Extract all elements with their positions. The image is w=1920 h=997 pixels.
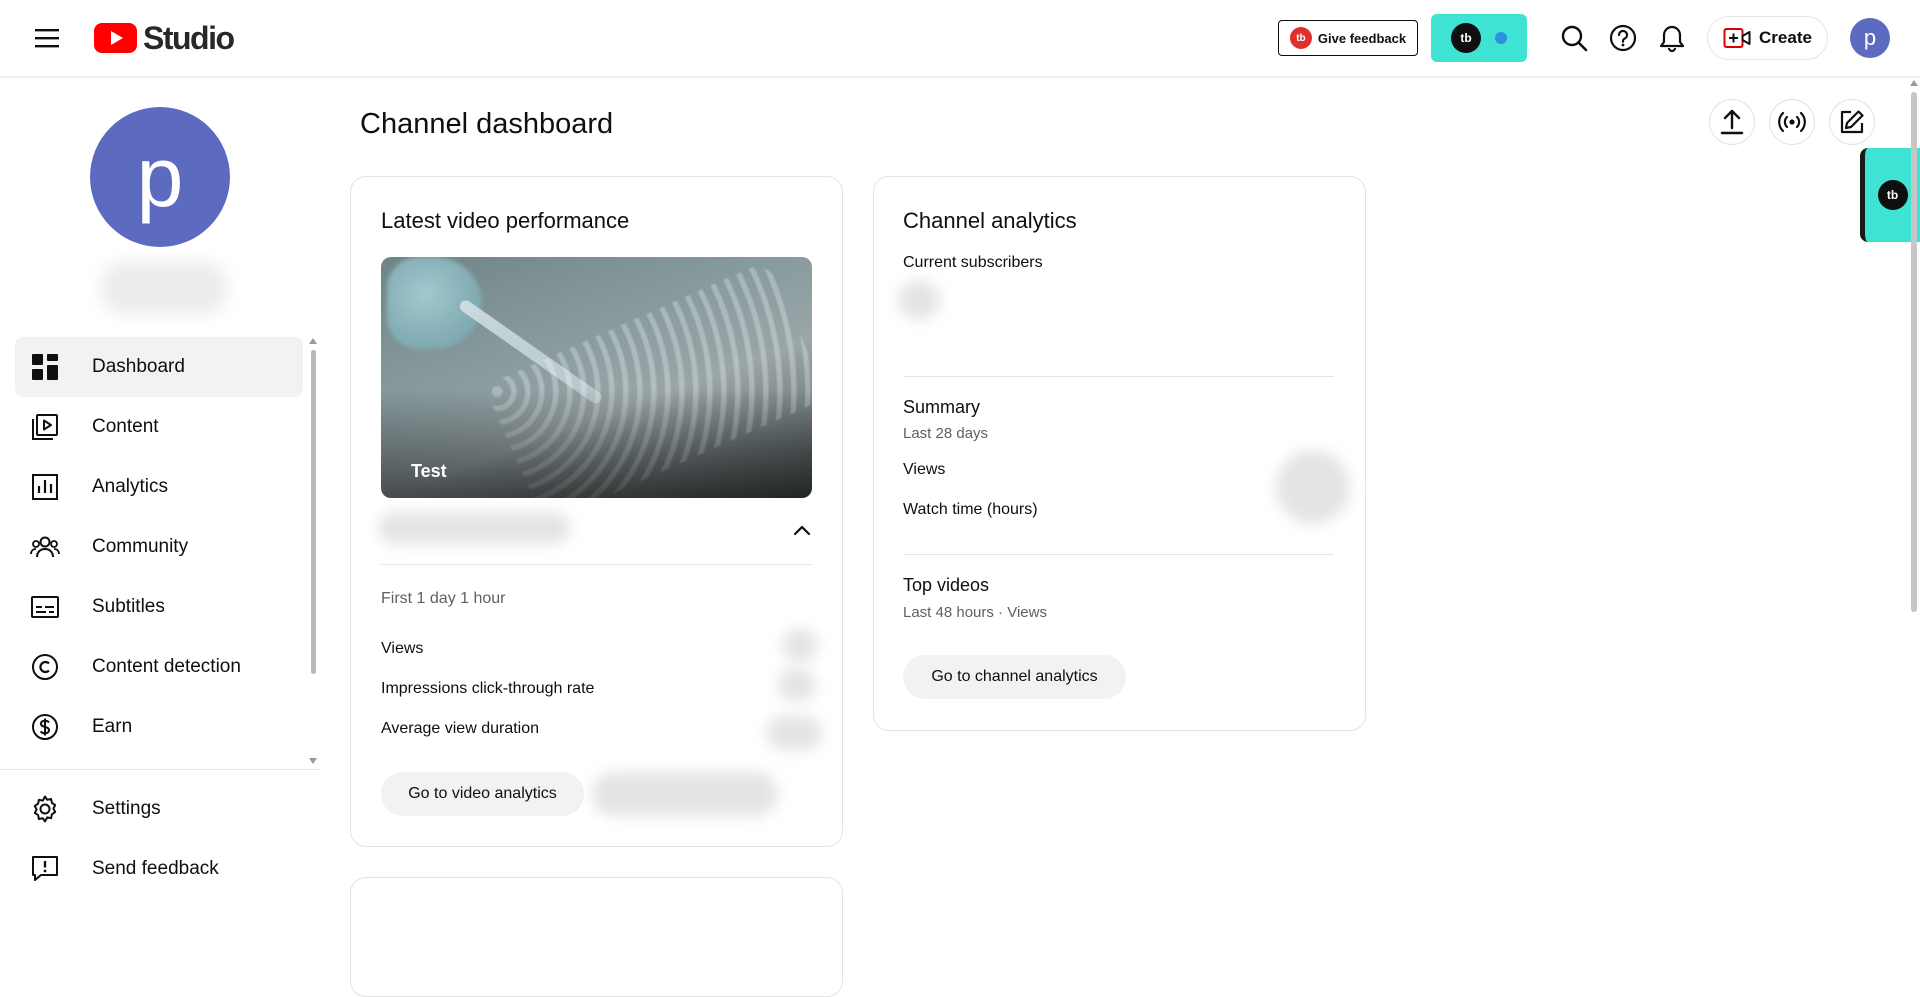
period-label: First 1 day 1 hour (381, 590, 506, 607)
scroll-down-arrow[interactable] (309, 758, 317, 764)
sidebar-nav: Dashboard Content Analytics Community Su… (15, 337, 303, 757)
tubebuddy-button[interactable]: tb (1431, 14, 1527, 62)
copyright-icon (32, 654, 58, 680)
go-live-icon[interactable] (1769, 99, 1815, 145)
chevron-up-icon[interactable] (790, 518, 814, 542)
sidebar-item-label: Content detection (92, 656, 241, 677)
upload-icon[interactable] (1709, 99, 1755, 145)
account-avatar[interactable]: p (1850, 18, 1890, 58)
sidebar-item-label: Earn (92, 716, 133, 737)
redacted-value (782, 628, 818, 662)
give-feedback-button[interactable]: tb Give feedback (1278, 20, 1418, 56)
sidebar-item-label: Analytics (92, 476, 169, 497)
top-bar: Studio tb Give feedback tb Create p (0, 0, 1920, 76)
latest-video-title: Latest video performance (381, 208, 630, 233)
divider (903, 554, 1334, 555)
earn-icon (32, 714, 58, 740)
top-videos-title: Top videos (903, 575, 990, 595)
content-icon (32, 414, 58, 440)
sidebar-item-send-feedback[interactable]: Send feedback (15, 839, 303, 899)
give-feedback-label: Give feedback (1317, 30, 1407, 46)
redacted-summary-values (1276, 450, 1350, 524)
summary-watch-time-label: Watch time (hours) (903, 501, 1038, 518)
logo-text: Studio (143, 19, 235, 56)
channel-avatar[interactable]: p (90, 107, 230, 247)
sidebar-item-label: Send feedback (92, 858, 219, 879)
summary-title: Summary (903, 397, 981, 417)
scroll-thumb[interactable] (1911, 92, 1917, 612)
divider (903, 376, 1334, 377)
redacted-button[interactable] (592, 772, 778, 816)
video-title-overlay: Test (411, 461, 447, 481)
sidebar-item-settings[interactable]: Settings (15, 779, 303, 839)
sidebar-item-label: Dashboard (92, 356, 185, 377)
sidebar-item-analytics[interactable]: Analytics (15, 457, 303, 517)
channel-name-redacted (100, 262, 228, 314)
subtitles-icon (31, 596, 59, 618)
sidebar: p Dashboard Content Analytics Community … (0, 76, 320, 904)
sidebar-item-label: Subtitles (92, 596, 165, 617)
status-dot (1495, 32, 1507, 44)
sidebar-item-dashboard[interactable]: Dashboard (15, 337, 303, 397)
scroll-up-arrow[interactable] (309, 338, 317, 344)
redacted-video-info (378, 512, 570, 544)
sidebar-item-content[interactable]: Content (15, 397, 303, 457)
gear-icon (33, 795, 57, 823)
sidebar-item-earn[interactable]: Earn (15, 697, 303, 757)
page-scrollbar[interactable] (1908, 80, 1920, 904)
tubebuddy-icon: tb (1289, 27, 1312, 49)
metric-views-label: Views (381, 640, 424, 657)
divider (381, 564, 812, 565)
sidebar-item-community[interactable]: Community (15, 517, 303, 577)
youtube-play-icon (94, 23, 137, 53)
summary-period: Last 28 days (903, 425, 989, 442)
sidebar-item-content-detection[interactable]: Content detection (15, 637, 303, 697)
sidebar-bottom-nav: Settings Send feedback (15, 779, 303, 899)
summary-views-label: Views (903, 461, 946, 478)
sidebar-scrollbar[interactable] (309, 338, 317, 764)
redacted-value (778, 668, 816, 702)
community-icon (30, 536, 60, 558)
create-post-icon[interactable] (1829, 99, 1875, 145)
metric-ctr-label: Impressions click-through rate (381, 680, 595, 697)
tubebuddy-logo-icon: tb (1451, 23, 1481, 53)
studio-logo[interactable]: Studio (94, 19, 235, 56)
page-title: Channel dashboard (360, 108, 614, 140)
sidebar-item-label: Settings (92, 798, 161, 819)
top-videos-period: Last 48 hours · Views (903, 604, 1047, 621)
current-subscribers-label: Current subscribers (903, 254, 1043, 271)
video-thumbnail[interactable]: Test (381, 257, 812, 498)
search-icon[interactable] (1556, 20, 1592, 56)
analytics-icon (32, 474, 58, 500)
menu-icon[interactable] (30, 22, 64, 54)
scroll-up-arrow[interactable] (1910, 80, 1918, 86)
redacted-value (766, 716, 822, 750)
create-label: Create (1759, 28, 1812, 47)
tubebuddy-logo-icon: tb (1877, 180, 1908, 210)
dashboard-icon (32, 354, 58, 380)
next-card (350, 877, 843, 997)
sidebar-item-label: Community (92, 536, 189, 557)
metric-avd-label: Average view duration (381, 720, 540, 737)
sidebar-item-label: Content (92, 416, 159, 437)
help-icon[interactable] (1605, 20, 1641, 56)
go-to-video-analytics-button[interactable]: Go to video analytics (381, 772, 584, 816)
bell-icon[interactable] (1654, 20, 1690, 56)
scroll-thumb[interactable] (311, 350, 316, 674)
go-to-channel-analytics-button[interactable]: Go to channel analytics (903, 655, 1126, 699)
channel-analytics-title: Channel analytics (903, 208, 1077, 233)
create-button[interactable]: Create (1707, 16, 1828, 60)
video-add-icon (1723, 28, 1751, 48)
feedback-icon (32, 856, 58, 881)
sidebar-divider (0, 769, 320, 770)
sidebar-item-subtitles[interactable]: Subtitles (15, 577, 303, 637)
redacted-subscriber-count (898, 280, 940, 320)
